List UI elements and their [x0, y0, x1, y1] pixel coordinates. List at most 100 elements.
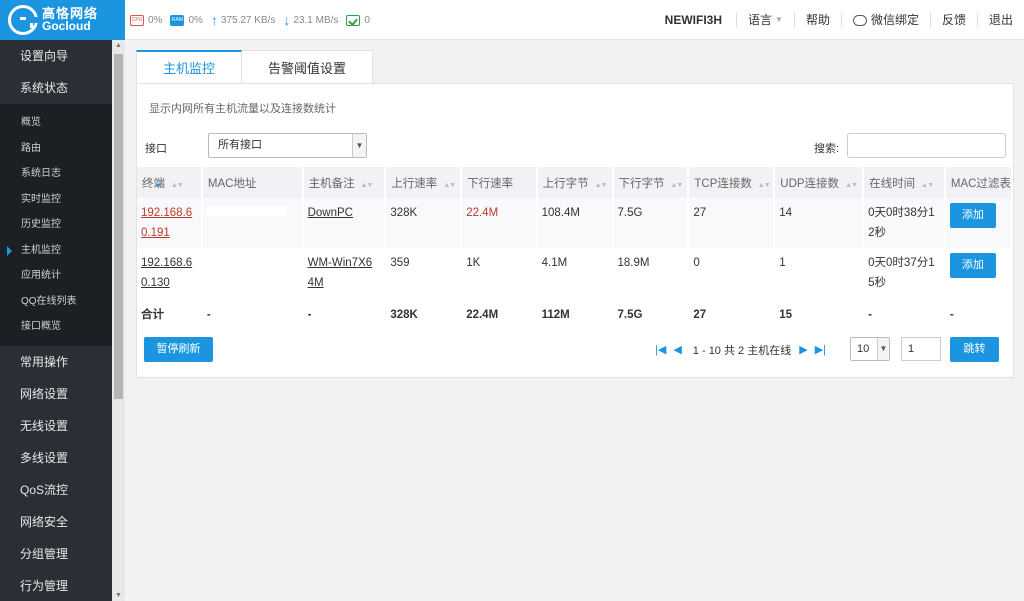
- interface-select[interactable]: 所有接口 ▼: [208, 133, 367, 158]
- col-terminal[interactable]: 终端 ▲▼: [137, 167, 203, 198]
- up-bytes: 108.4M: [536, 198, 614, 248]
- first-page-icon[interactable]: |◀: [655, 343, 666, 356]
- col-mac[interactable]: MAC地址: [201, 167, 304, 198]
- col-down-bytes[interactable]: 下行字节 ▲▼: [612, 167, 690, 198]
- col-down-rate[interactable]: 下行速率 ▼: [155, 167, 538, 198]
- sidebar-item-realtime-monitor[interactable]: 实时监控: [0, 187, 112, 213]
- total-udp: 15: [774, 300, 865, 329]
- total-down-rate: 22.4M: [461, 300, 538, 329]
- pager-summary: 1 - 10 共 2 主机在线: [692, 344, 792, 357]
- sidebar-item-group-management[interactable]: 分组管理: [0, 537, 112, 570]
- mac-address: [206, 256, 287, 266]
- total-action: -: [944, 300, 1014, 329]
- cpu-stat: CPU 0%: [130, 14, 162, 26]
- ram-icon: RAM: [170, 14, 185, 26]
- online-time: 0天0时37分1 5秒: [863, 248, 946, 300]
- total-mac: -: [201, 300, 304, 329]
- device-name: NEWIFI3H: [664, 13, 722, 27]
- table-total-row: 合计 - - 328K 22.4M 112M 7.5G 27 15 - -: [137, 300, 1014, 329]
- search-label: 搜索:: [814, 143, 840, 155]
- host-remark-link[interactable]: WM-Win7X6 4M: [308, 257, 373, 289]
- next-page-icon[interactable]: ▶: [799, 343, 807, 356]
- system-stats: CPU 0% RAM 0% ↑ 375.27 KB/s ↓ 23.1 MB/s …: [130, 0, 378, 40]
- jump-button[interactable]: 跳转: [950, 337, 999, 362]
- page-number-input[interactable]: 1: [901, 337, 941, 361]
- tcp-count: 0: [688, 248, 776, 300]
- sidebar-item-qq-online[interactable]: QQ在线列表: [0, 289, 112, 315]
- help-link[interactable]: 帮助: [793, 13, 841, 27]
- wechat-bind-link[interactable]: 微信绑定: [840, 13, 930, 27]
- scrollbar-thumb[interactable]: [114, 54, 123, 399]
- udp-count: 14: [774, 198, 865, 248]
- host-ip-link[interactable]: 192.168.6 0.191: [141, 207, 192, 239]
- up-rate: 359: [385, 248, 463, 300]
- sidebar-item-qos[interactable]: QoS流控: [0, 473, 112, 506]
- scroll-down-icon[interactable]: ▼: [115, 592, 122, 599]
- sidebar-item-history-monitor[interactable]: 历史监控: [0, 212, 112, 238]
- scroll-up-icon[interactable]: ▲: [115, 42, 122, 49]
- language-menu[interactable]: 语言 ▼: [736, 13, 794, 27]
- page-size-value: 10: [857, 343, 870, 355]
- last-page-icon[interactable]: ▶|: [815, 343, 826, 356]
- top-nav: NEWIFI3H 语言 ▼ 帮助 微信绑定 反馈 退出: [665, 0, 1024, 40]
- search-input[interactable]: [847, 133, 1006, 158]
- sidebar-item-app-stats[interactable]: 应用统计: [0, 263, 112, 289]
- sidebar-item-network-settings[interactable]: 网络设置: [0, 377, 112, 410]
- pagination: |◀ ◀ 1 - 10 共 2 主机在线 ▶ ▶|: [655, 337, 833, 362]
- up-bytes: 4.1M: [536, 248, 614, 300]
- cpu-icon: CPU: [130, 14, 144, 26]
- col-online-time[interactable]: 在线时间 ▲▼: [863, 167, 946, 198]
- sidebar-item-system-status[interactable]: 系统状态: [0, 72, 112, 104]
- sort-icon: ▲▼: [845, 181, 858, 189]
- online-time: 0天0时38分1 2秒: [863, 198, 946, 248]
- download-value: 23.1 MB/s: [293, 14, 339, 26]
- ram-value: 0%: [188, 14, 203, 26]
- sort-icon: ▲▼: [171, 181, 184, 189]
- network-stat[interactable]: 0: [346, 14, 370, 26]
- sidebar-item-setup-wizard[interactable]: 设置向导: [0, 40, 112, 72]
- pause-refresh-button[interactable]: 暂停刷新: [144, 337, 213, 362]
- host-ip-link[interactable]: 192.168.6 0.130: [141, 257, 192, 289]
- col-mac-filter: MAC过滤表: [944, 167, 1014, 198]
- top-bar: 高恪网络 Gocloud CPU 0% RAM 0% ↑ 375.27 KB/s…: [0, 0, 1024, 40]
- tcp-count: 27: [688, 198, 776, 248]
- sort-icon: ▲▼: [360, 181, 374, 189]
- network-count: 0: [364, 14, 370, 26]
- interface-label: 接口: [145, 143, 167, 155]
- add-mac-filter-button[interactable]: 添加: [949, 253, 996, 278]
- tab-alarm-threshold[interactable]: 告警阈值设置: [242, 50, 374, 83]
- total-online: -: [863, 300, 946, 329]
- col-remark[interactable]: 主机备注 ▲▼: [302, 167, 387, 198]
- wechat-icon: [852, 14, 867, 26]
- table-header-row: 终端 ▲▼ MAC地址 主机备注 ▲▼ 上行速率 ▲▼ 下行速率 ▼ 上行字节 ▲▼ 下行…: [137, 167, 1014, 198]
- sidebar-item-overview[interactable]: 概览: [0, 110, 112, 136]
- col-up-bytes[interactable]: 上行字节 ▲▼: [536, 167, 614, 198]
- sort-icon: ▲▼: [594, 181, 608, 189]
- sidebar-item-host-monitor[interactable]: 主机监控: [0, 238, 112, 264]
- download-stat: ↓ 23.1 MB/s: [283, 13, 339, 27]
- sidebar-item-system-log[interactable]: 系统日志: [0, 161, 112, 187]
- sort-icon: ▲▼: [443, 181, 456, 189]
- col-udp[interactable]: UDP连接数 ▲▼: [774, 167, 865, 198]
- sidebar-item-route[interactable]: 路由: [0, 136, 112, 162]
- col-up-rate[interactable]: 上行速率 ▲▼: [385, 167, 463, 198]
- logout-link[interactable]: 退出: [976, 13, 1024, 27]
- sidebar-item-interface-overview[interactable]: 接口概览: [0, 314, 112, 340]
- feedback-link[interactable]: 反馈: [929, 13, 977, 27]
- sidebar-item-wireless-settings[interactable]: 无线设置: [0, 409, 112, 442]
- sidebar-scrollbar[interactable]: ▲ ▼: [112, 40, 125, 601]
- page-size-select[interactable]: 10 ▼: [850, 337, 890, 361]
- add-mac-filter-button[interactable]: 添加: [949, 203, 996, 228]
- col-tcp[interactable]: TCP连接数 ▲▼: [688, 167, 776, 198]
- sidebar-item-behavior-management[interactable]: 行为管理: [0, 569, 112, 601]
- total-up-bytes: 112M: [536, 300, 614, 329]
- sidebar-item-multiline-settings[interactable]: 多线设置: [0, 441, 112, 474]
- prev-page-icon[interactable]: ◀: [673, 343, 681, 356]
- brand-logo[interactable]: 高恪网络 Gocloud: [0, 0, 125, 40]
- sidebar-item-common-ops[interactable]: 常用操作: [0, 345, 112, 378]
- sidebar-item-network-security[interactable]: 网络安全: [0, 505, 112, 538]
- interface-select-value: 所有接口: [218, 139, 262, 151]
- sidebar: 设置向导 系统状态 概览 路由 系统日志 实时监控 历史监控 主机监控 应用统计…: [0, 40, 125, 601]
- tab-host-monitor[interactable]: 主机监控: [136, 50, 243, 83]
- host-remark-link[interactable]: DownPC: [308, 207, 353, 219]
